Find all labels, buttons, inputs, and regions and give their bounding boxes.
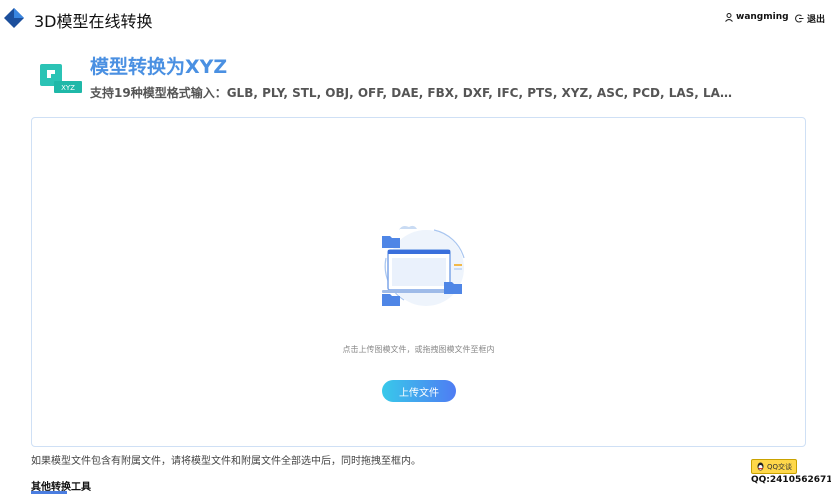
username: wangming [736, 12, 789, 22]
logout-label: 退出 [807, 15, 826, 25]
xyz-format-icon: XYZ [40, 64, 82, 93]
other-tools-underline [31, 491, 67, 494]
app-title[interactable]: 3D模型在线转换 [34, 8, 153, 32]
xyz-badge-text: XYZ [61, 84, 75, 92]
qq-badge-label: QQ交谈 [766, 462, 793, 471]
user-icon [725, 12, 733, 22]
logout-button[interactable]: 退出 [795, 12, 825, 25]
user-menu[interactable]: wangming [725, 12, 789, 22]
upload-hint: 点击上传图模文件，或拖拽图模文件至框内 [342, 345, 495, 354]
qq-penguin-icon [757, 462, 764, 471]
top-bar: 3D模型在线转换 wangming 退出 [0, 0, 831, 38]
upload-button[interactable]: 上传文件 [382, 380, 456, 402]
logout-icon [795, 14, 804, 23]
file-dropzone[interactable]: 点击上传图模文件，或拖拽图模文件至框内 上传文件 [31, 117, 806, 447]
upload-illustration-icon [382, 225, 465, 306]
logo-icon[interactable] [4, 8, 24, 28]
attachment-note: 如果模型文件包含有附属文件，请将模型文件和附属文件全部选中后，同时拖拽至框内。 [31, 456, 421, 467]
supported-formats: 支持19种模型格式输入：GLB, PLY, STL, OBJ, OFF, DAE… [90, 86, 740, 100]
qq-number: QQ:2410562671 [751, 475, 831, 485]
qq-chat-button[interactable]: QQ交谈 [751, 459, 797, 474]
page-title: 模型转换为XYZ [90, 56, 228, 78]
